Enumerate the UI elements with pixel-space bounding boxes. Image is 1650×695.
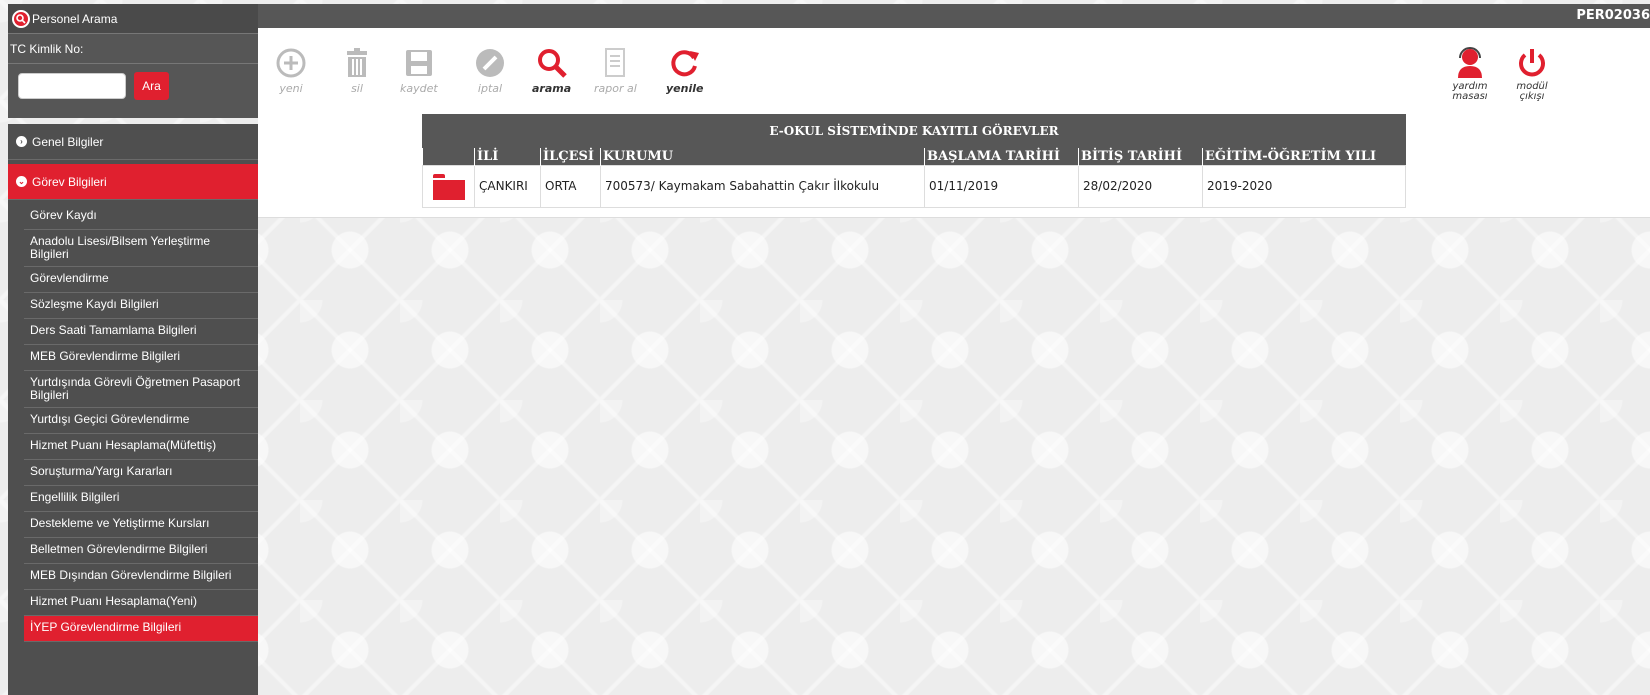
collapse-icon: ⌄ xyxy=(16,176,27,187)
cell-baslama: 01/11/2019 xyxy=(924,164,1079,208)
yardim-label: yardım masası xyxy=(1452,81,1488,102)
plus-circle-icon xyxy=(276,48,306,78)
arama-button[interactable]: arama xyxy=(532,46,571,95)
arama-label: arama xyxy=(532,82,572,95)
column-header-kurumu: KURUMU xyxy=(600,148,925,165)
cell-ili: ÇANKIRI xyxy=(474,164,541,208)
main-panel: yeni sil kaydet iptal arama rapor al yen… xyxy=(258,28,1650,218)
cell-ilcesi: ORTA xyxy=(540,164,601,208)
sidebar-item-hizmet-yeni[interactable]: Hizmet Puanı Hesaplama(Yeni) xyxy=(24,590,258,616)
save-icon xyxy=(405,50,432,76)
menu-gorev-label: Görev Bilgileri xyxy=(32,174,107,189)
sidebar-item-sorusturma[interactable]: Soruşturma/Yargı Kararları xyxy=(24,460,258,486)
iptal-button[interactable]: iptal xyxy=(473,46,507,95)
cell-kurumu: 700573/ Kaymakam Sabahattin Çakır İlkoku… xyxy=(600,164,925,208)
report-icon xyxy=(605,48,626,77)
rapor-label: rapor al xyxy=(594,82,637,95)
menu-genel-label: Genel Bilgiler xyxy=(32,134,104,149)
cancel-pencil-icon xyxy=(476,49,504,77)
trash-icon xyxy=(347,48,367,77)
sidebar-item-meb-gorevlendirme[interactable]: MEB Görevlendirme Bilgileri xyxy=(24,345,258,371)
column-header-egitim-yili: EĞİTİM-ÖĞRETİM YILI xyxy=(1202,148,1406,165)
headset-support-icon xyxy=(1458,47,1482,78)
refresh-icon xyxy=(671,50,699,77)
menu-genel-bilgiler[interactable]: › Genel Bilgiler xyxy=(8,124,258,160)
yardim-masasi-button[interactable]: yardım masası xyxy=(1446,46,1494,102)
sil-label: sil xyxy=(351,82,363,95)
kaydet-label: kaydet xyxy=(400,82,438,95)
sidebar-item-anadolu-lisesi[interactable]: Anadolu Lisesi/Bilsem Yerleştirme Bilgil… xyxy=(24,230,258,267)
cell-bitis: 28/02/2020 xyxy=(1078,164,1203,208)
yenile-label: yenile xyxy=(666,82,704,95)
sidebar-item-meb-disindan[interactable]: MEB Dışından Görevlendirme Bilgileri xyxy=(24,564,258,590)
column-header-ilcesi: İLÇESİ xyxy=(540,148,601,165)
cell-egitim-yili: 2019-2020 xyxy=(1202,164,1406,208)
iptal-label: iptal xyxy=(477,82,503,95)
sidebar-menu: › Genel Bilgiler ⌄ Görev Bilgileri Görev… xyxy=(8,124,258,695)
expand-icon: › xyxy=(16,136,27,147)
power-icon xyxy=(1519,49,1545,77)
tc-input[interactable] xyxy=(18,73,126,99)
sidebar-item-ders-saati[interactable]: Ders Saati Tamamlama Bilgileri xyxy=(24,319,258,345)
folder-icon[interactable] xyxy=(432,174,465,200)
table-row: ÇANKIRI ORTA 700573/ Kaymakam Sabahattin… xyxy=(422,164,1406,208)
yeni-button[interactable]: yeni xyxy=(274,46,308,95)
search-row: Ara xyxy=(8,64,258,100)
sidebar-item-belletmen[interactable]: Belletmen Görevlendirme Bilgileri xyxy=(24,538,258,564)
tc-label: TC Kimlik No: xyxy=(8,34,258,64)
toolbar: yeni sil kaydet iptal arama rapor al yen… xyxy=(258,46,1650,106)
sidebar-item-gorevlendirme[interactable]: Görevlendirme xyxy=(24,267,258,293)
column-header-action xyxy=(422,148,475,165)
sil-button[interactable]: sil xyxy=(340,46,374,95)
sidebar-item-destekleme[interactable]: Destekleme ve Yetiştirme Kursları xyxy=(24,512,258,538)
modul-cikisi-button[interactable]: modül çıkışı xyxy=(1512,46,1552,102)
modul-label: modül çıkışı xyxy=(1516,81,1548,102)
search-icon xyxy=(537,49,567,78)
personnel-search-panel: Personel Arama TC Kimlik No: Ara xyxy=(8,4,258,118)
yenile-button[interactable]: yenile xyxy=(666,46,703,95)
sidebar-item-yurtdisi-gecici[interactable]: Yurtdışı Geçici Görevlendirme xyxy=(24,408,258,434)
sidebar-item-engellilik[interactable]: Engellilik Bilgileri xyxy=(24,486,258,512)
sidebar-item-pasaport[interactable]: Yurtdışında Görevli Öğretmen Pasaport Bi… xyxy=(24,371,258,408)
sidebar-item-gorev-kaydi[interactable]: Görev Kaydı xyxy=(24,204,258,230)
submenu-list: Görev Kaydı Anadolu Lisesi/Bilsem Yerleş… xyxy=(8,200,258,642)
sidebar-item-iyep[interactable]: İYEP Görevlendirme Bilgileri xyxy=(24,616,258,642)
table-caption: E-OKUL SİSTEMİNDE KAYITLI GÖREVLER xyxy=(422,114,1406,148)
column-header-ili: İLİ xyxy=(474,148,541,165)
table-header-row: İLİ İLÇESİ KURUMU BAŞLAMA TARİHİ BİTİŞ T… xyxy=(422,148,1406,165)
yeni-label: yeni xyxy=(279,82,303,95)
column-header-bitis: BİTİŞ TARİHİ xyxy=(1078,148,1203,165)
search-icon xyxy=(12,9,30,28)
ara-button[interactable]: Ara xyxy=(134,72,169,100)
personnel-search-header: Personel Arama xyxy=(8,4,258,34)
menu-gorev-bilgileri[interactable]: ⌄ Görev Bilgileri xyxy=(8,164,258,200)
page-code: PER02036 xyxy=(1576,8,1650,23)
open-record-cell[interactable] xyxy=(422,164,475,208)
kaydet-button[interactable]: kaydet xyxy=(400,46,438,95)
rapor-button[interactable]: rapor al xyxy=(594,46,637,95)
gorevler-table: E-OKUL SİSTEMİNDE KAYITLI GÖREVLER İLİ İ… xyxy=(422,114,1406,208)
sidebar-item-sozlesme[interactable]: Sözleşme Kaydı Bilgileri xyxy=(24,293,258,319)
top-bar: PER02036 xyxy=(258,4,1650,28)
column-header-baslama: BAŞLAMA TARİHİ xyxy=(924,148,1079,165)
sidebar-item-hizmet-mufettis[interactable]: Hizmet Puanı Hesaplama(Müfettiş) xyxy=(24,434,258,460)
personnel-search-title: Personel Arama xyxy=(32,11,118,26)
